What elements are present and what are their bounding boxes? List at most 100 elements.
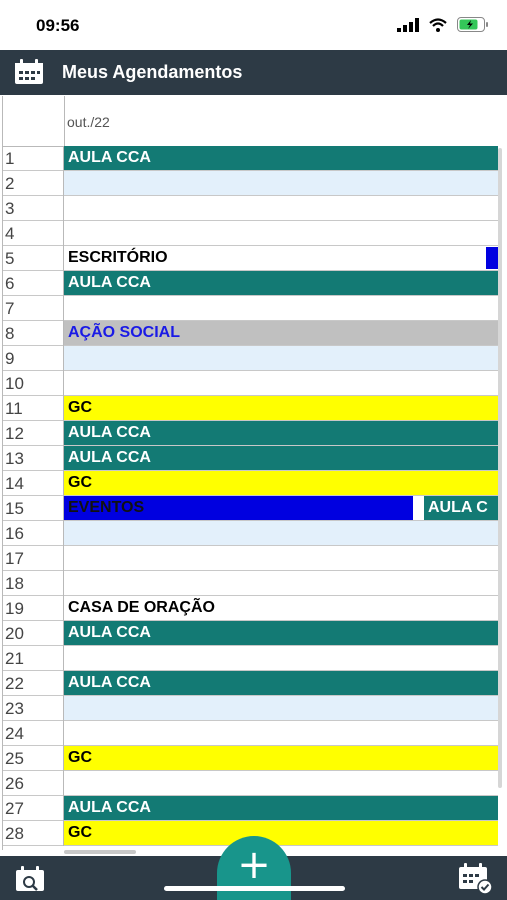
horizontal-scrollbar[interactable]: [64, 850, 136, 854]
day-number: 18: [3, 571, 64, 596]
signal-icon: [397, 17, 419, 32]
calendar-search-icon[interactable]: [15, 866, 47, 892]
home-indicator: [164, 886, 345, 891]
calendar-row-4[interactable]: 4: [3, 221, 498, 246]
event-cell[interactable]: GC: [64, 821, 498, 845]
calendar-row-12[interactable]: 12 AULA CCA: [3, 421, 498, 446]
event-cell[interactable]: AULA CCA: [64, 146, 498, 170]
day-number: 21: [3, 646, 64, 671]
day-number: 2: [3, 171, 64, 196]
day-number: 26: [3, 771, 64, 796]
calendar-row-26[interactable]: 26: [3, 771, 498, 796]
event-cell[interactable]: GC: [64, 471, 498, 495]
day-number: 14: [3, 471, 64, 496]
event-cell[interactable]: [64, 721, 498, 745]
event-cell[interactable]: [64, 171, 498, 195]
calendar-row-2[interactable]: 2: [3, 171, 498, 196]
day-number: 4: [3, 221, 64, 246]
day-number: 15: [3, 496, 64, 521]
event-cell[interactable]: AÇÃO SOCIAL: [64, 321, 498, 345]
event-cell[interactable]: [64, 296, 498, 320]
event-cell[interactable]: AULA CCA: [64, 796, 498, 820]
event-cell[interactable]: [64, 196, 498, 220]
calendar-row-6[interactable]: 6 AULA CCA: [3, 271, 498, 296]
event-cell-overflow[interactable]: [486, 247, 498, 269]
calendar-row-8[interactable]: 8 AÇÃO SOCIAL: [3, 321, 498, 346]
calendar-row-18[interactable]: 18: [3, 571, 498, 596]
status-icons: [397, 17, 489, 32]
event-cell[interactable]: [64, 696, 498, 720]
day-number: 7: [3, 296, 64, 321]
event-cell[interactable]: GC: [64, 396, 498, 420]
day-number: 1: [3, 146, 64, 171]
day-number: 6: [3, 271, 64, 296]
event-cell[interactable]: AULA CCA: [64, 421, 498, 445]
page-title: Meus Agendamentos: [62, 62, 243, 82]
calendar-row-20[interactable]: 20 AULA CCA: [3, 621, 498, 646]
day-number: 5: [3, 246, 64, 271]
event-cell[interactable]: AULA CCA: [64, 446, 498, 470]
calendar-row-25[interactable]: 25 GC: [3, 746, 498, 771]
calendar-row-16[interactable]: 16: [3, 521, 498, 546]
row-number-header: [3, 96, 65, 146]
event-cell[interactable]: [64, 646, 498, 670]
event-cell[interactable]: AULA CCA: [64, 671, 498, 695]
status-bar: 09:56: [0, 0, 507, 50]
calendar-row-1[interactable]: 1 AULA CCA: [3, 146, 498, 171]
calendar-icon: [15, 59, 43, 84]
event-cell[interactable]: [64, 346, 498, 370]
status-time: 09:56: [36, 16, 80, 35]
day-number: 23: [3, 696, 64, 721]
plus-icon: +: [237, 842, 271, 888]
calendar-row-19[interactable]: 19 CASA DE ORAÇÃO: [3, 596, 498, 621]
calendar-row-10[interactable]: 10: [3, 371, 498, 396]
event-cell[interactable]: CASA DE ORAÇÃO: [64, 596, 498, 620]
event-cell-secondary[interactable]: AULA C: [424, 496, 498, 520]
calendar-row-5[interactable]: 5 ESCRITÓRIO: [3, 246, 498, 271]
day-number: 3: [3, 196, 64, 221]
vertical-scrollbar[interactable]: [498, 148, 502, 788]
calendar-row-17[interactable]: 17: [3, 546, 498, 571]
day-number: 11: [3, 396, 64, 421]
calendar-check-icon[interactable]: [458, 863, 494, 895]
event-cell[interactable]: GC: [64, 746, 498, 770]
calendar-row-11[interactable]: 11 GC: [3, 396, 498, 421]
day-number: 28: [3, 821, 64, 846]
event-cell[interactable]: ESCRITÓRIO: [64, 246, 498, 270]
event-cell[interactable]: [64, 521, 498, 545]
calendar-grid: out./22 1 AULA CCA 2 3 4 5 ESCRITÓRIO 6 …: [2, 96, 498, 850]
calendar-row-24[interactable]: 24: [3, 721, 498, 746]
wifi-icon: [429, 17, 447, 32]
event-cell[interactable]: [64, 221, 498, 245]
day-number: 24: [3, 721, 64, 746]
calendar-row-13[interactable]: 13 AULA CCA: [3, 446, 498, 471]
event-cell[interactable]: AULA CCA: [64, 271, 498, 295]
event-cell[interactable]: AULA CCA: [64, 621, 498, 645]
month-label: out./22: [67, 114, 110, 130]
day-number: 25: [3, 746, 64, 771]
event-cell[interactable]: [64, 571, 498, 595]
day-number: 17: [3, 546, 64, 571]
calendar-row-22[interactable]: 22 AULA CCA: [3, 671, 498, 696]
calendar-row-9[interactable]: 9: [3, 346, 498, 371]
event-cell[interactable]: [64, 371, 498, 395]
day-number: 12: [3, 421, 64, 446]
day-number: 13: [3, 446, 64, 471]
battery-icon: [457, 17, 488, 32]
calendar-row-27[interactable]: 27 AULA CCA: [3, 796, 498, 821]
app-header: Meus Agendamentos: [0, 50, 507, 95]
day-number: 8: [3, 321, 64, 346]
day-number: 22: [3, 671, 64, 696]
calendar-row-7[interactable]: 7: [3, 296, 498, 321]
calendar-row-21[interactable]: 21: [3, 646, 498, 671]
calendar-row-23[interactable]: 23: [3, 696, 498, 721]
calendar-row-3[interactable]: 3: [3, 196, 498, 221]
event-cell[interactable]: EVENTOS: [64, 496, 413, 520]
calendar-row-14[interactable]: 14 GC: [3, 471, 498, 496]
event-cell[interactable]: [64, 771, 498, 795]
calendar-row-15[interactable]: 15 EVENTOS AULA C: [3, 496, 498, 521]
day-number: 27: [3, 796, 64, 821]
event-cell[interactable]: [64, 546, 498, 570]
month-header-row: out./22: [3, 96, 498, 147]
day-number: 16: [3, 521, 64, 546]
